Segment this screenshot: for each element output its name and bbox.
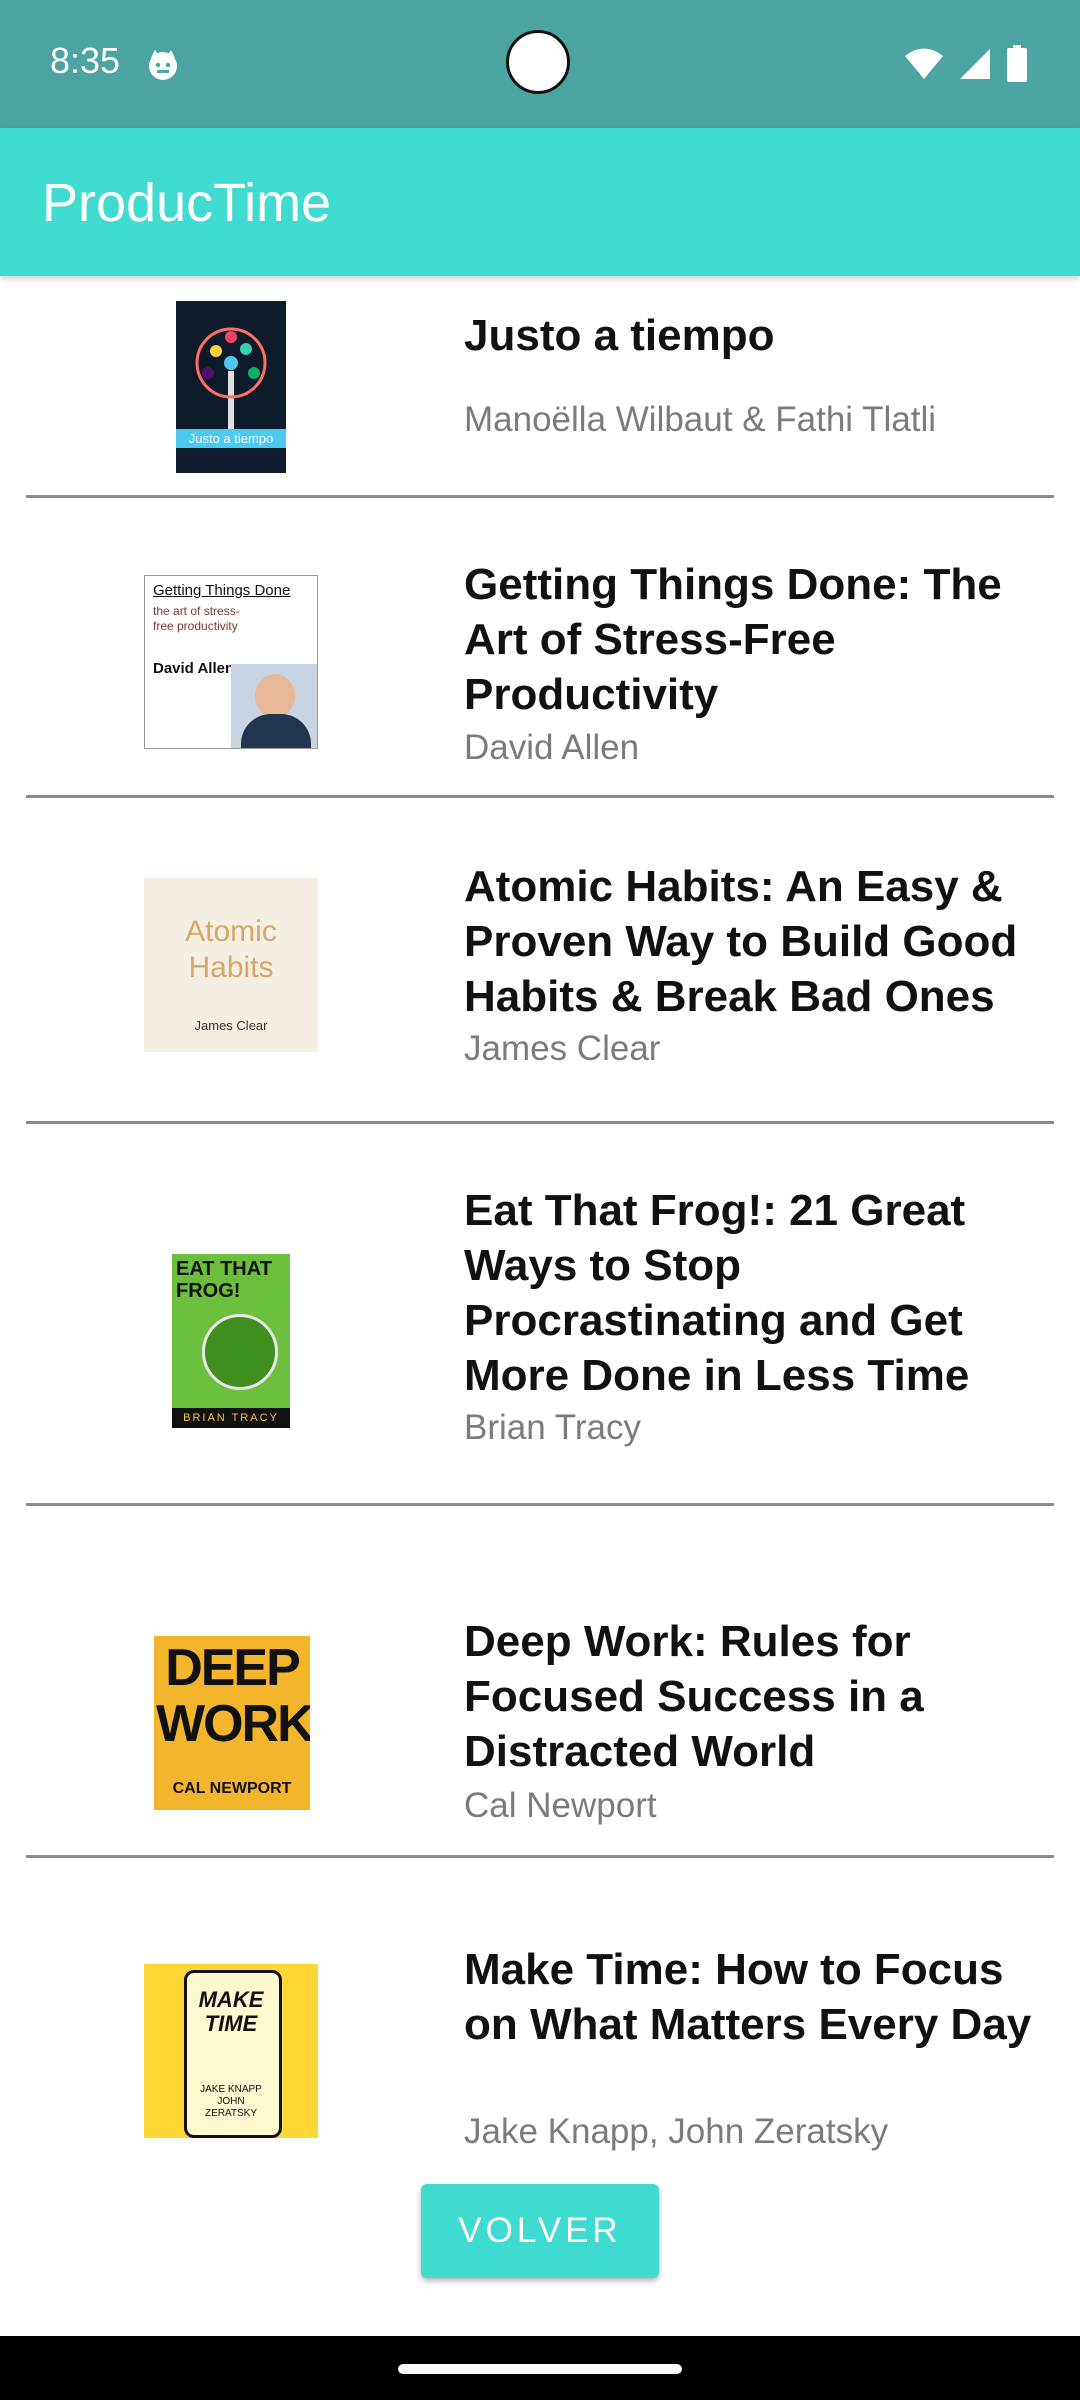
book-item[interactable]: EAT THAT FROG! BRIAN TRACY Eat That Frog… bbox=[26, 1124, 1054, 1506]
battery-icon bbox=[1007, 45, 1027, 82]
cover-author-text: David Allen bbox=[153, 660, 235, 677]
cover-author-text: CAL NEWPORT bbox=[172, 1780, 292, 1797]
cover-frog-image bbox=[202, 1314, 278, 1390]
cover-title-text: Justo a tiempo bbox=[176, 429, 286, 448]
status-time: 8:35 bbox=[50, 40, 121, 81]
cover-author-text: James Clear bbox=[194, 1018, 268, 1033]
book-author: David Allen bbox=[464, 728, 640, 767]
cover-title-text: DEEP WORK bbox=[156, 1639, 310, 1753]
cat-notification-icon bbox=[149, 50, 177, 80]
book-author: James Clear bbox=[464, 1029, 661, 1068]
book-title: Deep Work: Rules for Focused Success in … bbox=[464, 1617, 924, 1776]
book-title: Justo a tiempo bbox=[464, 311, 775, 360]
cover-title-text: Atomic Habits bbox=[185, 915, 277, 984]
signal-icon bbox=[960, 49, 990, 79]
book-author: Manoëlla Wilbaut & Fathi Tlatli bbox=[464, 400, 937, 439]
cover-author-text: BRIAN TRACY bbox=[172, 1408, 290, 1428]
book-cover-image: Getting Things Done the art of stress-fr… bbox=[144, 575, 318, 749]
status-icons bbox=[904, 44, 1028, 84]
book-item[interactable]: DEEP WORK CAL NEWPORT Deep Work: Rules f… bbox=[26, 1506, 1054, 1858]
book-item[interactable]: Atomic Habits James Clear Atomic Habits:… bbox=[26, 798, 1054, 1124]
cover-portrait-image bbox=[231, 664, 317, 748]
book-item[interactable]: Getting Things Done the art of stress-fr… bbox=[26, 498, 1054, 798]
volver-button[interactable]: VOLVER bbox=[421, 2184, 659, 2278]
cover-title-text: MAKE TIME bbox=[198, 1987, 264, 2036]
book-title: Make Time: How to Focus on What Matters … bbox=[464, 1945, 1032, 2049]
cover-subtitle-text: the art of stress-free productivity bbox=[153, 604, 240, 633]
book-item[interactable]: MAKE TIME JAKE KNAPP JOHN ZERATSKY Make … bbox=[26, 1858, 1054, 2158]
camera-cutout bbox=[506, 30, 570, 94]
book-title: Eat That Frog!: 21 Great Ways to Stop Pr… bbox=[464, 1186, 970, 1400]
book-cover-image: MAKE TIME JAKE KNAPP JOHN ZERATSKY bbox=[144, 1964, 318, 2138]
cover-title-text: EAT THAT FROG! bbox=[176, 1258, 272, 1302]
status-bar: 8:35 bbox=[0, 0, 1080, 128]
book-cover-image: Atomic Habits James Clear bbox=[144, 878, 318, 1052]
book-author: Cal Newport bbox=[464, 1786, 657, 1825]
navigation-bar bbox=[0, 2336, 1080, 2400]
cover-author-text: JAKE KNAPP JOHN ZERATSKY bbox=[200, 2084, 262, 2119]
book-title: Atomic Habits: An Easy & Proven Way to B… bbox=[464, 862, 1018, 1021]
app-title: ProducTime bbox=[42, 173, 332, 233]
book-cover-image: EAT THAT FROG! BRIAN TRACY bbox=[172, 1254, 290, 1428]
book-title: Getting Things Done: The Art of Stress-F… bbox=[464, 560, 1002, 719]
cover-title-text: Getting Things Done bbox=[153, 582, 291, 599]
app-bar: ProducTime bbox=[0, 128, 1080, 276]
book-cover-image: Justo a tiempo bbox=[176, 301, 286, 473]
wifi-icon bbox=[905, 48, 943, 79]
home-gesture-handle[interactable] bbox=[398, 2364, 682, 2374]
book-author: Jake Knapp, John Zeratsky bbox=[464, 2112, 889, 2151]
book-author: Brian Tracy bbox=[464, 1408, 641, 1447]
book-item[interactable]: Justo a tiempo Justo a tiempo Manoëlla W… bbox=[26, 276, 1054, 498]
book-cover-image: DEEP WORK CAL NEWPORT bbox=[154, 1636, 310, 1810]
